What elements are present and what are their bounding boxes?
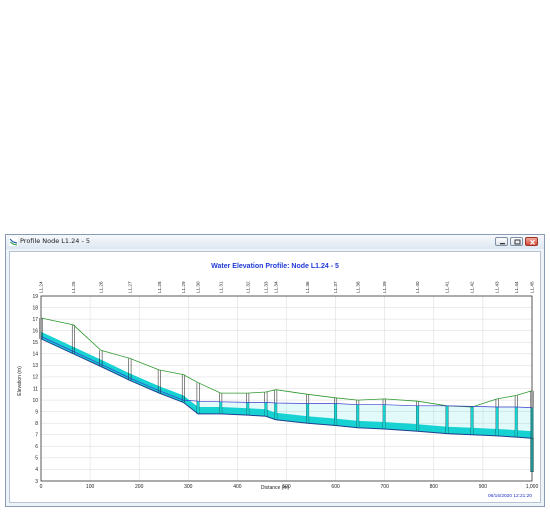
y-tick-label: 15 <box>32 340 38 346</box>
x-tick-label: 900 <box>479 484 488 490</box>
y-tick-label: 3 <box>35 479 38 485</box>
chart-title: Water Elevation Profile: Node L1.24 - 5 <box>211 263 339 270</box>
manhole-water <box>445 405 449 434</box>
x-tick-label: 0 <box>40 484 43 490</box>
y-tick-label: 7 <box>35 433 38 439</box>
node-label: L1.45 <box>530 281 535 293</box>
labels: 0 100 200 300 400 500 600 700 800 900 1,0003456789… <box>32 281 538 490</box>
grid <box>40 295 533 482</box>
node-label: L1.41 <box>445 281 450 293</box>
window-title: Profile Node L1.24 - 5 <box>20 237 91 245</box>
profile-chart: 0 100 200 300 400 500 600 700 800 900 1,0003456789… <box>17 263 538 499</box>
x-tick-label: 800 <box>430 484 439 490</box>
chart-area: 0 100 200 300 400 500 600 700 800 900 1,000 3 4 5 6 7 8 9… <box>9 251 541 503</box>
manhole-water <box>356 404 359 428</box>
node-label: L1.29 <box>181 281 186 293</box>
x-tick-label: 1,000 <box>526 484 539 490</box>
x-tick-label: 200 <box>135 484 144 490</box>
y-tick-label: 10 <box>32 398 38 404</box>
title-bar[interactable]: Profile Node L1.24 - 5 <box>6 235 544 249</box>
x-tick-label: 400 <box>233 484 242 490</box>
timestamp: 06/16/2020 12:21:20 <box>488 493 532 499</box>
maximize-button[interactable] <box>510 237 523 246</box>
manhole-water <box>264 402 268 417</box>
node-label: L1.43 <box>495 281 500 293</box>
y-tick-label: 16 <box>32 328 38 334</box>
node-label: L1.37 <box>333 281 338 293</box>
y-tick-label: 4 <box>35 467 38 473</box>
manhole-water <box>416 405 419 432</box>
y-tick-label: 17 <box>32 317 38 323</box>
node-label: L1.31 <box>218 281 223 293</box>
x-tick-label: 600 <box>331 484 340 490</box>
x-tick-label: 100 <box>86 484 95 490</box>
manhole-water <box>383 404 386 429</box>
manhole-water <box>334 403 337 426</box>
manhole-water <box>219 401 222 414</box>
profile-icon <box>9 237 18 246</box>
y-tick-label: 8 <box>35 421 38 427</box>
minimize-icon <box>500 243 505 245</box>
node-label: L1.44 <box>514 281 519 293</box>
y-tick-label: 11 <box>33 386 38 392</box>
maximize-icon <box>514 239 521 245</box>
x-tick-label: 300 <box>184 484 193 490</box>
y-tick-label: 5 <box>35 456 38 462</box>
manhole-water <box>495 407 499 436</box>
node-label: L1.39 <box>382 281 387 293</box>
manhole-water <box>196 401 200 414</box>
node-label: L1.36 <box>305 281 310 293</box>
y-tick-label: 14 <box>32 352 38 358</box>
node-label: L1.25 <box>71 281 76 293</box>
manhole-water <box>470 406 474 435</box>
node-label: L1.27 <box>128 281 133 293</box>
node-label: L1.32 <box>245 281 250 293</box>
y-tick-label: 9 <box>35 409 38 415</box>
node-label: L1.30 <box>196 281 201 293</box>
node-label: L1.28 <box>157 281 162 293</box>
profile-window: Profile Node L1.24 - 5 0 100 200 300 400 500 6… <box>5 234 545 507</box>
manhole-water <box>246 402 249 416</box>
node-label: L1.34 <box>273 281 278 293</box>
close-button[interactable] <box>525 237 538 246</box>
node-label: L1.42 <box>470 281 475 293</box>
y-tick-label: 13 <box>32 363 38 369</box>
y-tick-label: 19 <box>32 294 38 300</box>
y-tick-label: 12 <box>32 375 38 381</box>
y-tick-label: 18 <box>32 305 38 311</box>
node-label: L1.24 <box>39 281 44 293</box>
manhole-water <box>306 403 309 424</box>
node-label: L1.26 <box>99 281 104 293</box>
close-icon <box>530 239 535 245</box>
node-label: L1.38 <box>355 281 360 293</box>
manhole-water <box>274 402 277 420</box>
x-axis-label: Distance (m) <box>261 485 290 491</box>
node-label: L1.33 <box>264 281 269 293</box>
y-axis-label: Elevation (m) <box>17 366 23 396</box>
x-tick-label: 700 <box>381 484 390 490</box>
minimize-button[interactable] <box>495 237 508 246</box>
node-label: L1.40 <box>415 281 420 293</box>
manhole-water <box>515 407 518 438</box>
y-tick-label: 6 <box>35 444 38 450</box>
